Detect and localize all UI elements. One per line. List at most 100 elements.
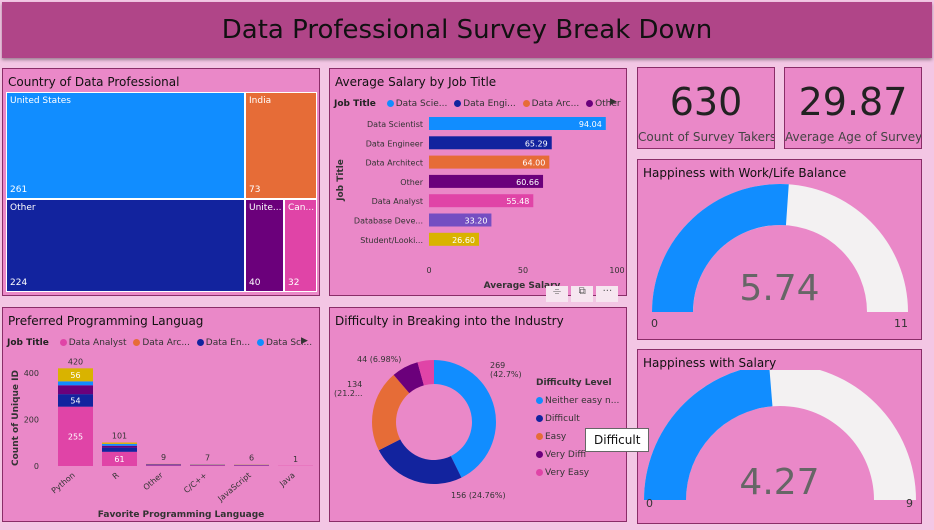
salary-chart-card[interactable]: Average Salary by Job Title Job Title Da… bbox=[329, 68, 627, 296]
category-label: Data Architect bbox=[365, 159, 423, 168]
legend-dot bbox=[59, 339, 67, 346]
gauge-title: Happiness with Salary bbox=[643, 356, 777, 370]
tick-label: 100 bbox=[609, 266, 624, 275]
treemap-label: United States bbox=[10, 96, 71, 106]
donut-label-difficult: 156 (24.76%) bbox=[451, 491, 506, 500]
legend-item: Neither easy n... bbox=[536, 392, 619, 410]
stack-segment[interactable] bbox=[58, 381, 93, 386]
treemap-value: 73 bbox=[249, 185, 261, 195]
gauge-work-life bbox=[652, 184, 908, 312]
kpi-card-average-age: 29.87 Average Age of Survey ... bbox=[784, 67, 922, 149]
stack-segment[interactable] bbox=[102, 445, 137, 448]
data-label: 55.48 bbox=[506, 197, 529, 206]
category-label: Database Deve... bbox=[354, 217, 423, 226]
dashboard-title: Data Professional Survey Break Down bbox=[221, 15, 713, 45]
legend-dot bbox=[536, 433, 543, 440]
category-label: Student/Looki... bbox=[360, 236, 423, 245]
treemap-cell-united-states[interactable]: United States 261 bbox=[6, 92, 245, 199]
x-tick-label: C/C++ bbox=[182, 471, 209, 495]
kpi-label: Count of Survey Takers bbox=[638, 130, 774, 144]
category-label: Data Engineer bbox=[366, 139, 424, 148]
difficulty-chart-card[interactable]: Difficulty in Breaking into the Industry… bbox=[329, 307, 627, 522]
gauge-min: 0 bbox=[651, 317, 658, 330]
difficulty-card-title: Difficulty in Breaking into the Industry bbox=[335, 314, 564, 328]
treemap-label: Other bbox=[10, 203, 36, 213]
donut-label-very-difficult: 44 (6.98%) bbox=[357, 355, 402, 364]
x-tick-label: JavaScript bbox=[216, 471, 253, 504]
focus-mode-icon[interactable]: ⧉ bbox=[571, 286, 594, 302]
treemap-value: 224 bbox=[10, 278, 28, 288]
y-tick-label: 400 bbox=[24, 369, 39, 378]
stack-segment[interactable] bbox=[102, 443, 137, 446]
total-label: 420 bbox=[68, 357, 83, 366]
programming-card-title: Preferred Programming Languag bbox=[8, 314, 204, 328]
donut-label-pct: (42.7%) bbox=[490, 370, 522, 379]
salary-bar-chart: Data Scientist 94.04 Data Engineer 65.29 Dat… bbox=[336, 117, 625, 291]
hover-tooltip: Difficult bbox=[585, 428, 650, 452]
donut-label-easy: 134 (21.2... bbox=[334, 380, 363, 398]
donut-label-neither: 269 (42.7%) bbox=[490, 361, 522, 379]
gauge-card-salary[interactable]: Happiness with Salary 4.27 0 9 bbox=[637, 349, 922, 524]
more-options-icon[interactable]: ··· bbox=[596, 286, 619, 302]
data-label: 26.60 bbox=[452, 236, 475, 245]
salary-card-title: Average Salary by Job Title bbox=[335, 75, 497, 89]
x-tick-label: Java bbox=[277, 471, 297, 489]
treemap-value: 40 bbox=[249, 278, 261, 288]
x-tick-label: Other bbox=[142, 470, 166, 492]
segment-label: 255 bbox=[68, 432, 83, 441]
stack-segment[interactable] bbox=[58, 385, 93, 395]
total-label: 101 bbox=[112, 432, 127, 441]
legend-item: Very Easy bbox=[536, 464, 619, 482]
legend-label: Very Easy bbox=[545, 468, 590, 478]
data-label: 60.66 bbox=[516, 178, 539, 187]
filter-icon[interactable]: ⌯ bbox=[546, 286, 568, 302]
legend-item: Difficult bbox=[536, 410, 619, 428]
y-axis-label: Job Title bbox=[336, 159, 346, 202]
gauge-value: 4.27 bbox=[739, 462, 820, 503]
legend-dot bbox=[536, 469, 543, 476]
programming-stacked-bar-chart: 02004002555456420Python61101R9Other7C/C+… bbox=[11, 357, 313, 520]
visual-toolbar: ⌯ ⧉ ··· bbox=[546, 286, 619, 302]
programming-legend: Job Title Data Analyst Data Arc... Data … bbox=[7, 338, 312, 348]
stack-segment[interactable] bbox=[146, 465, 181, 466]
legend-next-arrow-icon[interactable]: ▶ bbox=[301, 336, 308, 346]
treemap-cell-other[interactable]: Other 224 bbox=[6, 199, 245, 292]
stack-segment[interactable] bbox=[190, 465, 225, 466]
gauge-min: 0 bbox=[646, 497, 653, 510]
tick-label: 0 bbox=[426, 266, 431, 275]
x-tick-label: R bbox=[111, 470, 121, 481]
gauge-max: 9 bbox=[906, 497, 913, 510]
category-label: Other bbox=[400, 178, 423, 187]
stack-segment[interactable] bbox=[102, 447, 137, 452]
stack-segment[interactable] bbox=[102, 442, 137, 444]
legend-dot bbox=[196, 339, 204, 346]
kpi-label: Average Age of Survey ... bbox=[785, 130, 921, 144]
treemap-cell-canada[interactable]: Can... 32 bbox=[284, 199, 317, 292]
data-label: 64.00 bbox=[522, 159, 545, 168]
x-axis-label: Favorite Programming Language bbox=[98, 510, 265, 520]
legend-item: Data Analyst bbox=[68, 338, 127, 348]
legend-dot bbox=[536, 397, 543, 404]
legend-title: Difficulty Level bbox=[536, 378, 612, 388]
total-label: 9 bbox=[161, 453, 166, 462]
country-card-title: Country of Data Professional bbox=[8, 75, 180, 89]
donut-slice[interactable] bbox=[378, 439, 462, 484]
treemap-value: 261 bbox=[10, 185, 28, 195]
gauge-card-work-life[interactable]: Happiness with Work/Life Balance 5.74 0 … bbox=[637, 159, 922, 340]
country-treemap-card[interactable]: Country of Data Professional United Stat… bbox=[2, 68, 320, 296]
tick-label: 50 bbox=[518, 266, 528, 275]
y-tick-label: 0 bbox=[34, 462, 39, 471]
programming-chart-card[interactable]: Preferred Programming Languag Job Title … bbox=[2, 307, 320, 522]
segment-label: 54 bbox=[70, 396, 80, 405]
legend-label: Very Diffi bbox=[545, 450, 587, 460]
donut-label-count: 269 bbox=[490, 361, 506, 370]
y-axis-label: Count of Unique ID bbox=[11, 370, 21, 466]
category-label: Data Scientist bbox=[367, 120, 423, 129]
donut-label-pct: (21.2... bbox=[334, 389, 363, 398]
legend-item: Data Arc... bbox=[142, 338, 190, 348]
gauge-value: 5.74 bbox=[739, 268, 820, 309]
kpi-value: 29.87 bbox=[798, 80, 908, 124]
treemap-cell-india[interactable]: India 73 bbox=[245, 92, 317, 199]
data-label: 94.04 bbox=[579, 120, 602, 129]
treemap-cell-united-kingdom[interactable]: Unite... 40 bbox=[245, 199, 284, 292]
